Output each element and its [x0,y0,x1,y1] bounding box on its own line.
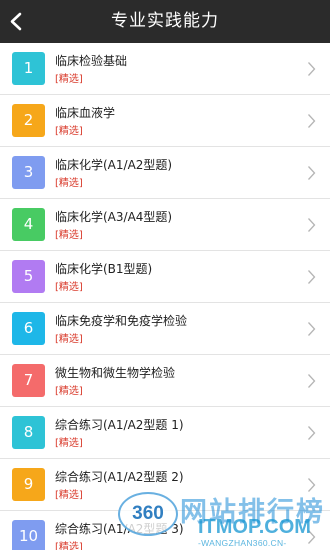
list-item[interactable]: 3 临床化学(A1/A2型题) [精选] [0,147,330,199]
item-tag: [精选] [55,542,83,550]
chapter-list: 1 临床检验基础 [精选] 2 临床血液学 [精选] 3 临床化学(A1/A2型… [0,43,330,550]
chevron-right-icon [308,114,316,128]
item-title: 综合练习(A1/A2型题 2) [55,470,184,484]
item-title: 临床血液学 [55,106,116,120]
chevron-right-icon [308,426,316,440]
item-number-badge: 7 [12,364,45,397]
list-item[interactable]: 7 微生物和微生物学检验 [精选] [0,355,330,407]
item-number-badge: 8 [12,416,45,449]
item-number-badge: 2 [12,104,45,137]
item-tag: [精选] [55,386,83,397]
item-tag: [精选] [55,178,83,189]
item-title: 临床化学(A3/A4型题) [55,210,173,224]
item-number-badge: 4 [12,208,45,241]
chevron-right-icon [308,166,316,180]
item-tag: [精选] [55,74,83,85]
item-tag: [精选] [55,230,83,241]
list-item[interactable]: 6 临床免疫学和免疫学检验 [精选] [0,303,330,355]
item-number-badge: 3 [12,156,45,189]
item-tag: [精选] [55,282,83,293]
list-item[interactable]: 4 临床化学(A3/A4型题) [精选] [0,199,330,251]
item-title: 综合练习(A1/A2型题 3) [55,522,184,536]
list-item[interactable]: 1 临床检验基础 [精选] [0,43,330,95]
list-item[interactable]: 10 综合练习(A1/A2型题 3) [精选] [0,511,330,550]
item-tag: [精选] [55,438,83,449]
list-item[interactable]: 5 临床化学(B1型题) [精选] [0,251,330,303]
item-title: 综合练习(A1/A2型题 1) [55,418,184,432]
item-title: 临床免疫学和免疫学检验 [55,314,188,328]
chevron-right-icon [308,270,316,284]
chevron-right-icon [308,62,316,76]
item-number-badge: 6 [12,312,45,345]
list-item[interactable]: 9 综合练习(A1/A2型题 2) [精选] [0,459,330,511]
chevron-right-icon [308,530,316,544]
item-number-badge: 9 [12,468,45,501]
chevron-right-icon [308,478,316,492]
item-number-badge: 10 [12,520,45,550]
item-tag: [精选] [55,490,83,501]
item-tag: [精选] [55,334,83,345]
chevron-right-icon [308,218,316,232]
item-title: 临床化学(B1型题) [55,262,153,276]
app-header: 专业实践能力 [0,0,330,43]
item-tag: [精选] [55,126,83,137]
item-title: 微生物和微生物学检验 [55,366,176,380]
item-title: 临床化学(A1/A2型题) [55,158,173,172]
item-title: 临床检验基础 [55,54,128,68]
list-item[interactable]: 8 综合练习(A1/A2型题 1) [精选] [0,407,330,459]
chevron-right-icon [308,322,316,336]
chevron-right-icon [308,374,316,388]
list-item[interactable]: 2 临床血液学 [精选] [0,95,330,147]
item-number-badge: 1 [12,52,45,85]
item-number-badge: 5 [12,260,45,293]
page-title: 专业实践能力 [111,11,219,31]
